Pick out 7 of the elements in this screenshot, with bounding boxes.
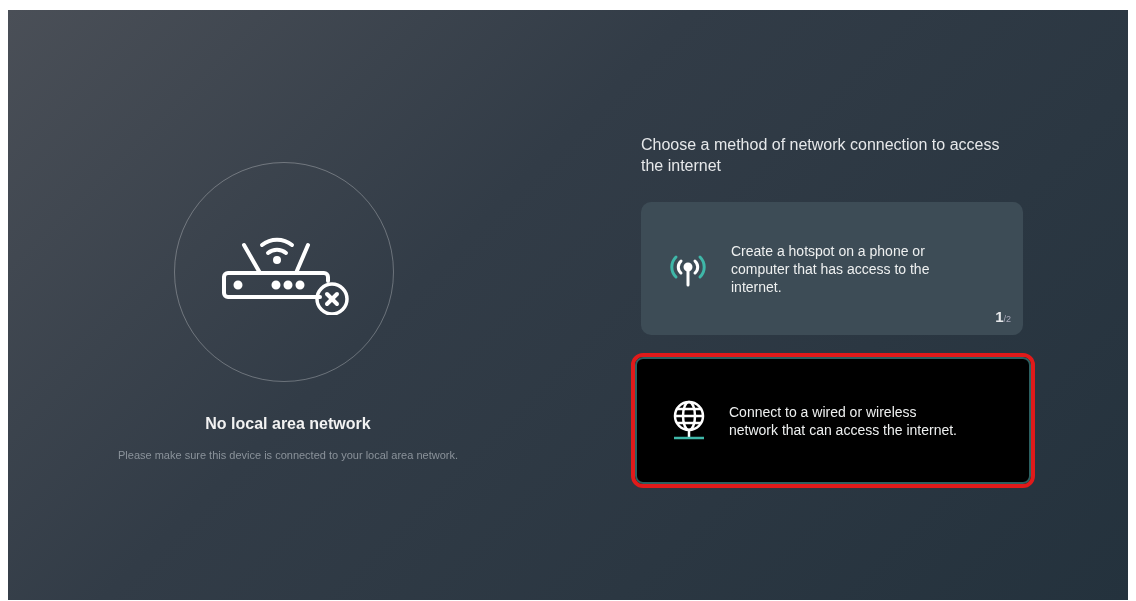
globe-network-icon <box>671 399 707 442</box>
prompt-text: Choose a method of network connection to access the internet <box>641 135 1001 176</box>
status-message: Please make sure this device is connected to your local area network. <box>118 449 458 461</box>
connection-option[interactable]: Connect to a wired or wireless network that can access the internet. <box>631 353 1035 488</box>
status-title: No local area network <box>205 415 371 433</box>
page-counter: 1/2 <box>995 308 1011 325</box>
connection-option[interactable]: Create a hotspot on a phone or computer that has access to the internet. 1/2 <box>641 202 1023 335</box>
